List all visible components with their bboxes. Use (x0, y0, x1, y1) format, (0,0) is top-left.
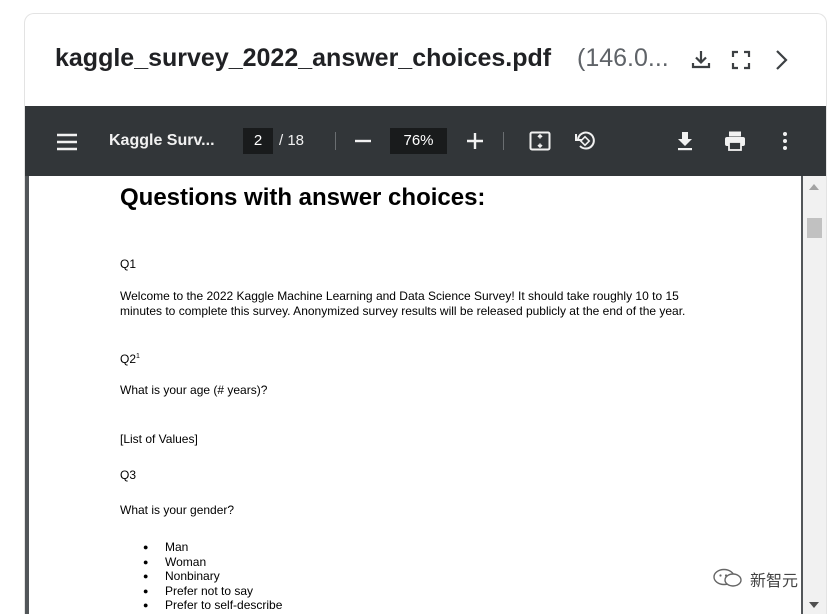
menu-icon[interactable] (55, 130, 79, 154)
page-total: / 18 (279, 132, 305, 149)
fit-page-icon[interactable] (528, 129, 552, 153)
chevron-right-icon[interactable] (769, 48, 793, 72)
answer-values: [List of Values] (120, 432, 198, 446)
file-header: kaggle_survey_2022_answer_choices.pdf (1… (25, 14, 826, 106)
question-text: What is your age (# years)? (120, 383, 268, 397)
zoom-level-input[interactable]: 76% (390, 128, 447, 154)
list-item: Prefer not to say (143, 584, 282, 599)
pdf-page: Questions with answer choices: Q1 Welcom… (29, 176, 801, 614)
question-label: Q3 (120, 468, 137, 482)
print-icon[interactable] (723, 129, 747, 153)
toolbar-divider (503, 132, 504, 150)
pdf-viewer: Kaggle Surv... 2 / 18 76% Questions with… (25, 106, 826, 614)
rotate-icon[interactable] (573, 129, 597, 153)
more-vert-icon[interactable] (773, 129, 797, 153)
zoom-out-icon[interactable] (351, 129, 375, 153)
fullscreen-icon[interactable] (729, 48, 753, 72)
question-text: Welcome to the 2022 Kaggle Machine Learn… (120, 289, 686, 318)
footnote-marker: 1 (136, 353, 140, 360)
page-heading: Questions with answer choices: (120, 184, 486, 211)
list-item: Nonbinary (143, 569, 282, 584)
pdf-preview-card: kaggle_survey_2022_answer_choices.pdf (1… (24, 13, 827, 614)
question-text: What is your gender? (120, 503, 235, 517)
list-item: Prefer to self-describe (143, 598, 282, 613)
file-size: (146.0... (577, 44, 669, 72)
document-title: Kaggle Surv... (109, 132, 215, 149)
question-label: Q1 (120, 257, 137, 271)
question-number: Q2 (120, 352, 137, 366)
watermark-text: 新智元 (750, 573, 799, 590)
download-icon[interactable] (689, 48, 713, 72)
pdf-toolbar: Kaggle Surv... 2 / 18 76% (25, 106, 826, 176)
scroll-down-icon[interactable] (809, 602, 819, 608)
page-number-input[interactable]: 2 (243, 128, 273, 154)
list-item: Woman (143, 555, 282, 570)
toolbar-divider (335, 132, 336, 150)
scroll-up-icon[interactable] (809, 184, 819, 190)
zoom-in-icon[interactable] (463, 129, 487, 153)
file-title: kaggle_survey_2022_answer_choices.pdf (55, 44, 552, 72)
download-icon[interactable] (673, 129, 697, 153)
wechat-logo-icon (713, 568, 742, 587)
question-label: Q21 (120, 350, 140, 367)
list-item: Man (143, 540, 282, 555)
vertical-scrollbar[interactable] (803, 176, 826, 614)
scrollbar-thumb[interactable] (807, 218, 822, 238)
answer-options: Man Woman Nonbinary Prefer not to say Pr… (143, 540, 282, 613)
watermark: 新智元 (712, 566, 822, 590)
